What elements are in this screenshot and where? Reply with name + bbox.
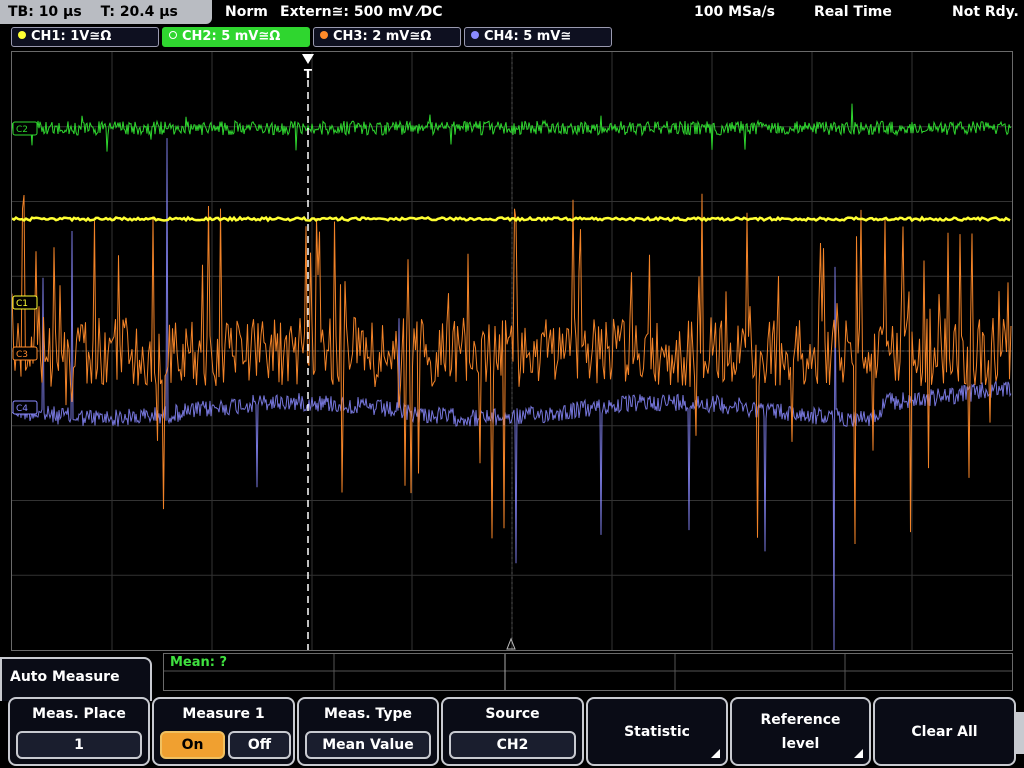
softkey-caption: Reference (760, 711, 841, 728)
channel-label: CH1: 1V≅Ω (31, 29, 112, 44)
softkey-caption: Source (485, 706, 540, 722)
softkey-caption: Measure 1 (182, 706, 265, 722)
channel-label: CH3: 2 mV≅Ω (333, 29, 432, 44)
menu-title: Auto Measure (10, 669, 120, 685)
channel-label: CH2: 5 mV≅Ω (182, 29, 281, 44)
meas-type-softkey[interactable]: Meas. Type Mean Value (297, 697, 439, 766)
submenu-arrow-icon (711, 749, 720, 758)
channel-label: CH4: 5 mV≅ (484, 29, 572, 44)
clear-all-softkey[interactable]: Clear All (873, 697, 1016, 766)
trigger-source[interactable]: Extern≅: 500 mV ⁄DC (280, 0, 442, 24)
sample-rate: 100 MSa/s (694, 4, 776, 20)
acquisition-mode: Real Time (814, 4, 892, 20)
statistic-softkey[interactable]: Statistic (586, 697, 728, 766)
ch2-level-marker[interactable]: C2 (12, 121, 38, 136)
ch3-level-marker[interactable]: C3 (12, 346, 38, 361)
waveform-display[interactable]: T C2 C1 C3 C4 (11, 51, 1013, 651)
softkey-caption: Meas. Place (32, 706, 126, 722)
svg-text:C4: C4 (16, 404, 28, 414)
measure-off-button[interactable]: Off (228, 731, 291, 759)
waveform-canvas[interactable]: T C2 C1 C3 C4 (12, 52, 1012, 650)
meas-place-softkey[interactable]: Meas. Place 1 (8, 697, 150, 766)
measurement-bar: Mean: ? (163, 653, 1013, 691)
softkey-caption-line2: level (781, 735, 820, 752)
trigger-label: T (304, 67, 313, 81)
measure-on-button[interactable]: On (160, 731, 225, 759)
svg-text:C1: C1 (16, 299, 28, 309)
channel-tab-ch2[interactable]: CH2: 5 mV≅Ω (162, 27, 310, 47)
channel-dot-icon (18, 31, 26, 39)
channel-tab-ch4[interactable]: CH4: 5 mV≅ (464, 27, 612, 47)
submenu-arrow-icon (854, 749, 863, 758)
menu-title-tab: Auto Measure (0, 657, 152, 701)
timebase-value: TB: 10 µs (8, 4, 82, 20)
channel-dot-icon (169, 31, 177, 39)
trigger-position-icon (506, 637, 516, 650)
channel-dot-icon (320, 31, 328, 39)
trigger-time-value: T: 20.4 µs (100, 4, 178, 20)
channel-tab-ch1[interactable]: CH1: 1V≅Ω (11, 27, 159, 47)
measure1-softkey[interactable]: Measure 1 On Off (152, 697, 295, 766)
svg-text:C3: C3 (16, 350, 28, 360)
trigger-mode[interactable]: Norm (225, 0, 268, 24)
ch4-level-marker[interactable]: C4 (12, 400, 38, 415)
softkey-caption: Clear All (911, 723, 978, 740)
source-softkey[interactable]: Source CH2 (441, 697, 584, 766)
meas-type-value[interactable]: Mean Value (305, 731, 431, 759)
channel-dot-icon (471, 31, 479, 39)
menu-scroll-tab[interactable] (1016, 712, 1024, 754)
reference-level-softkey[interactable]: Reference level (730, 697, 871, 766)
softkey-caption: Statistic (624, 723, 690, 740)
timebase-box[interactable]: TB: 10 µs T: 20.4 µs (0, 0, 212, 24)
ch1-level-marker[interactable]: C1 (12, 295, 38, 310)
meas-place-value[interactable]: 1 (16, 731, 142, 759)
softkey-caption: Meas. Type (324, 706, 412, 722)
measurement-grid (164, 654, 1012, 690)
svg-text:C2: C2 (16, 125, 28, 135)
mean-readout: Mean: ? (170, 655, 228, 670)
channel-tab-ch3[interactable]: CH3: 2 mV≅Ω (313, 27, 461, 47)
source-value[interactable]: CH2 (449, 731, 576, 759)
acquisition-status: Not Rdy. (952, 4, 1019, 20)
